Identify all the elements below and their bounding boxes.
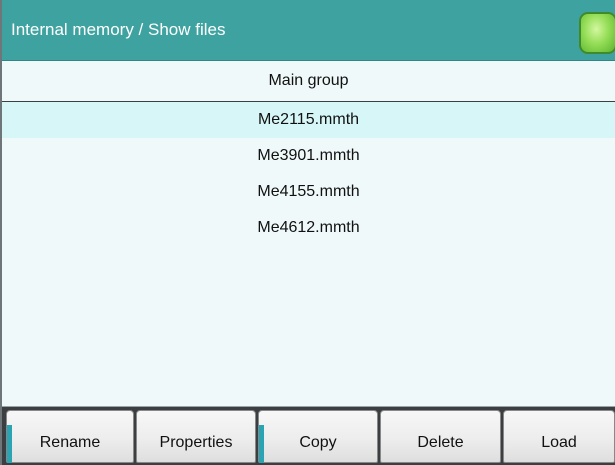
- load-button-label: Load: [541, 434, 577, 451]
- properties-button-label: Properties: [159, 434, 233, 451]
- load-button[interactable]: Load: [503, 410, 615, 463]
- button-accent: [259, 425, 264, 463]
- title-bar: Internal memory / Show files: [2, 0, 615, 61]
- app-window: Internal memory / Show files Main group …: [0, 0, 615, 465]
- file-list: Main group Me2115.mmth Me3901.mmth Me415…: [2, 61, 615, 407]
- file-row[interactable]: Me4155.mmth: [2, 174, 615, 210]
- file-row[interactable]: Me3901.mmth: [2, 138, 615, 174]
- rename-button-label: Rename: [39, 434, 101, 451]
- file-row[interactable]: Me2115.mmth: [2, 102, 615, 138]
- copy-button-label: Copy: [299, 434, 337, 451]
- window-title: Internal memory / Show files: [11, 20, 226, 39]
- delete-button[interactable]: Delete: [380, 410, 501, 463]
- file-row[interactable]: Me4612.mmth: [2, 210, 615, 246]
- delete-button-label: Delete: [417, 434, 464, 451]
- group-header: Main group: [268, 72, 349, 89]
- button-accent: [7, 425, 12, 463]
- copy-button[interactable]: Copy: [258, 410, 378, 463]
- properties-button[interactable]: Properties: [136, 410, 256, 463]
- rename-button[interactable]: Rename: [6, 410, 134, 463]
- file-rows: Me2115.mmth Me3901.mmth Me4155.mmth Me46…: [2, 102, 615, 246]
- status-indicator-icon[interactable]: [579, 12, 615, 54]
- button-bar: Rename Properties Copy Delete Load: [2, 407, 615, 465]
